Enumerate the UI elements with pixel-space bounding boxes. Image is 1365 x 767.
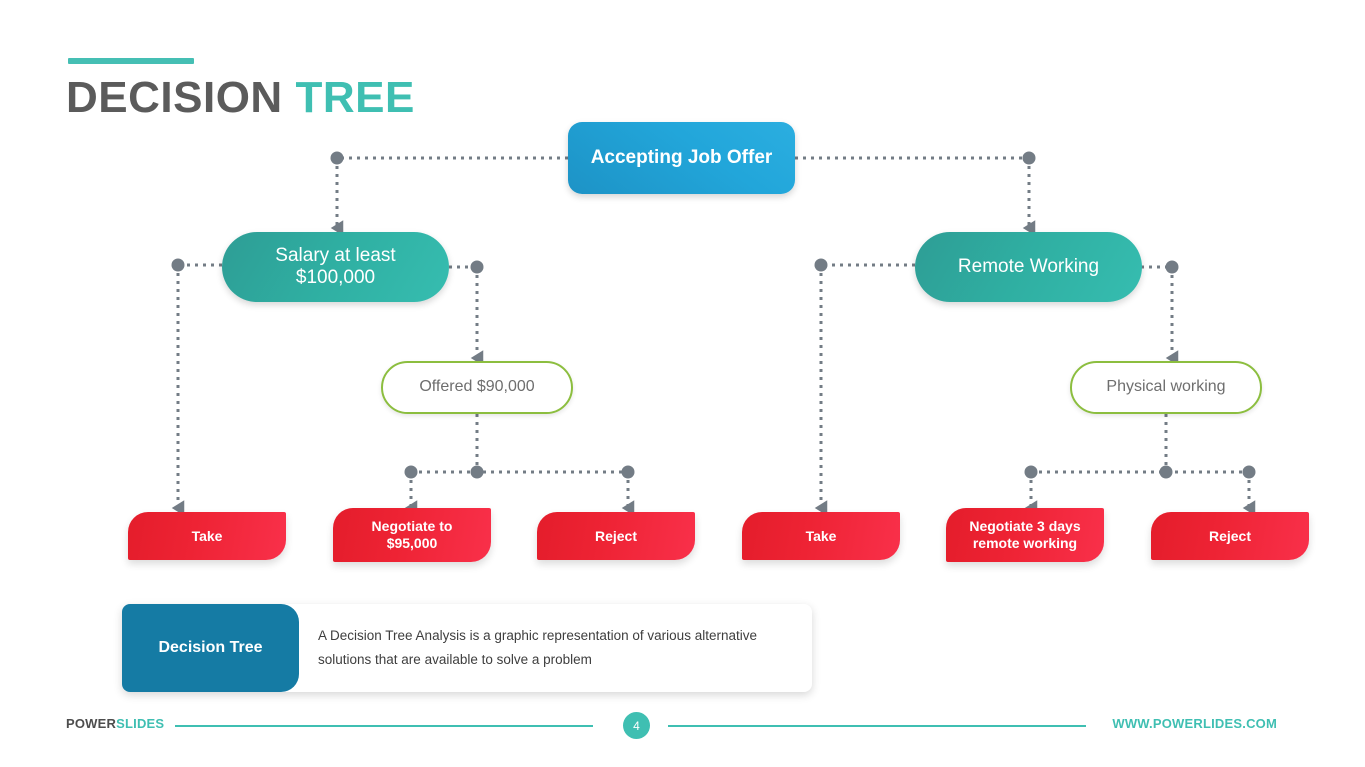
node-label: Negotiate 3 days remote working <box>969 518 1081 551</box>
node-salary-at-least[interactable]: Salary at least $100,000 <box>222 232 449 302</box>
page-title: DECISION TREE <box>66 72 415 125</box>
description-tag: Decision Tree <box>122 604 299 692</box>
node-label: Reject <box>1208 527 1252 544</box>
node-label: Take <box>191 527 223 544</box>
junction-dot <box>1165 260 1179 274</box>
node-label: Reject <box>594 527 638 544</box>
junction-dot <box>1024 465 1038 479</box>
junction-dot <box>404 465 418 479</box>
connector-junction-dots <box>171 151 1256 479</box>
junction-dot <box>1159 465 1173 479</box>
description-text: A Decision Tree Analysis is a graphic re… <box>318 628 757 667</box>
slide-canvas: DECISION TREE Accepting Job Offer Salary… <box>0 0 1365 767</box>
node-accepting-job-offer[interactable]: Accepting Job Offer <box>568 122 795 194</box>
node-remote-working[interactable]: Remote Working <box>915 232 1142 302</box>
junction-dot <box>470 260 484 274</box>
node-label: Physical working <box>1106 378 1226 396</box>
title-accent-rule <box>68 58 194 64</box>
description-panel: Decision Tree A Decision Tree Analysis i… <box>122 604 812 692</box>
node-label: Accepting Job Offer <box>590 146 773 168</box>
leaf-take-salary[interactable]: Take <box>128 512 286 560</box>
leaf-negotiate-95000[interactable]: Negotiate to $95,000 <box>333 508 491 562</box>
node-label: Remote Working <box>957 255 1100 277</box>
footer-page-number: 4 <box>623 712 650 739</box>
node-label: Negotiate to $95,000 <box>371 518 453 551</box>
junction-dot <box>330 151 344 165</box>
footer-divider-right <box>668 725 1086 727</box>
leaf-take-remote[interactable]: Take <box>742 512 900 560</box>
leaf-reject-salary[interactable]: Reject <box>537 512 695 560</box>
footer-divider-left <box>175 725 593 727</box>
page-title-accent: TREE <box>295 73 415 122</box>
node-physical-working[interactable]: Physical working <box>1070 361 1262 414</box>
junction-dot <box>1242 465 1256 479</box>
junction-dot <box>470 465 484 479</box>
description-tag-label: Decision Tree <box>158 639 263 656</box>
leaf-reject-remote[interactable]: Reject <box>1151 512 1309 560</box>
footer-logo-accent: SLIDES <box>116 716 165 731</box>
footer-page-number-label: 4 <box>633 718 640 733</box>
junction-dot <box>1022 151 1036 165</box>
footer-logo: POWERSLIDES <box>66 716 164 731</box>
junction-dot <box>171 258 185 272</box>
junction-dot <box>621 465 635 479</box>
node-label: Offered $90,000 <box>419 378 535 396</box>
junction-dot <box>814 258 828 272</box>
node-offered-90000[interactable]: Offered $90,000 <box>381 361 573 414</box>
footer-logo-primary: POWER <box>66 716 117 731</box>
footer-url[interactable]: WWW.POWERLIDES.COM <box>1112 716 1277 731</box>
node-label: Take <box>805 527 837 544</box>
leaf-negotiate-3-days[interactable]: Negotiate 3 days remote working <box>946 508 1104 562</box>
page-title-primary: DECISION <box>66 73 283 122</box>
node-label: Salary at least $100,000 <box>275 244 396 288</box>
